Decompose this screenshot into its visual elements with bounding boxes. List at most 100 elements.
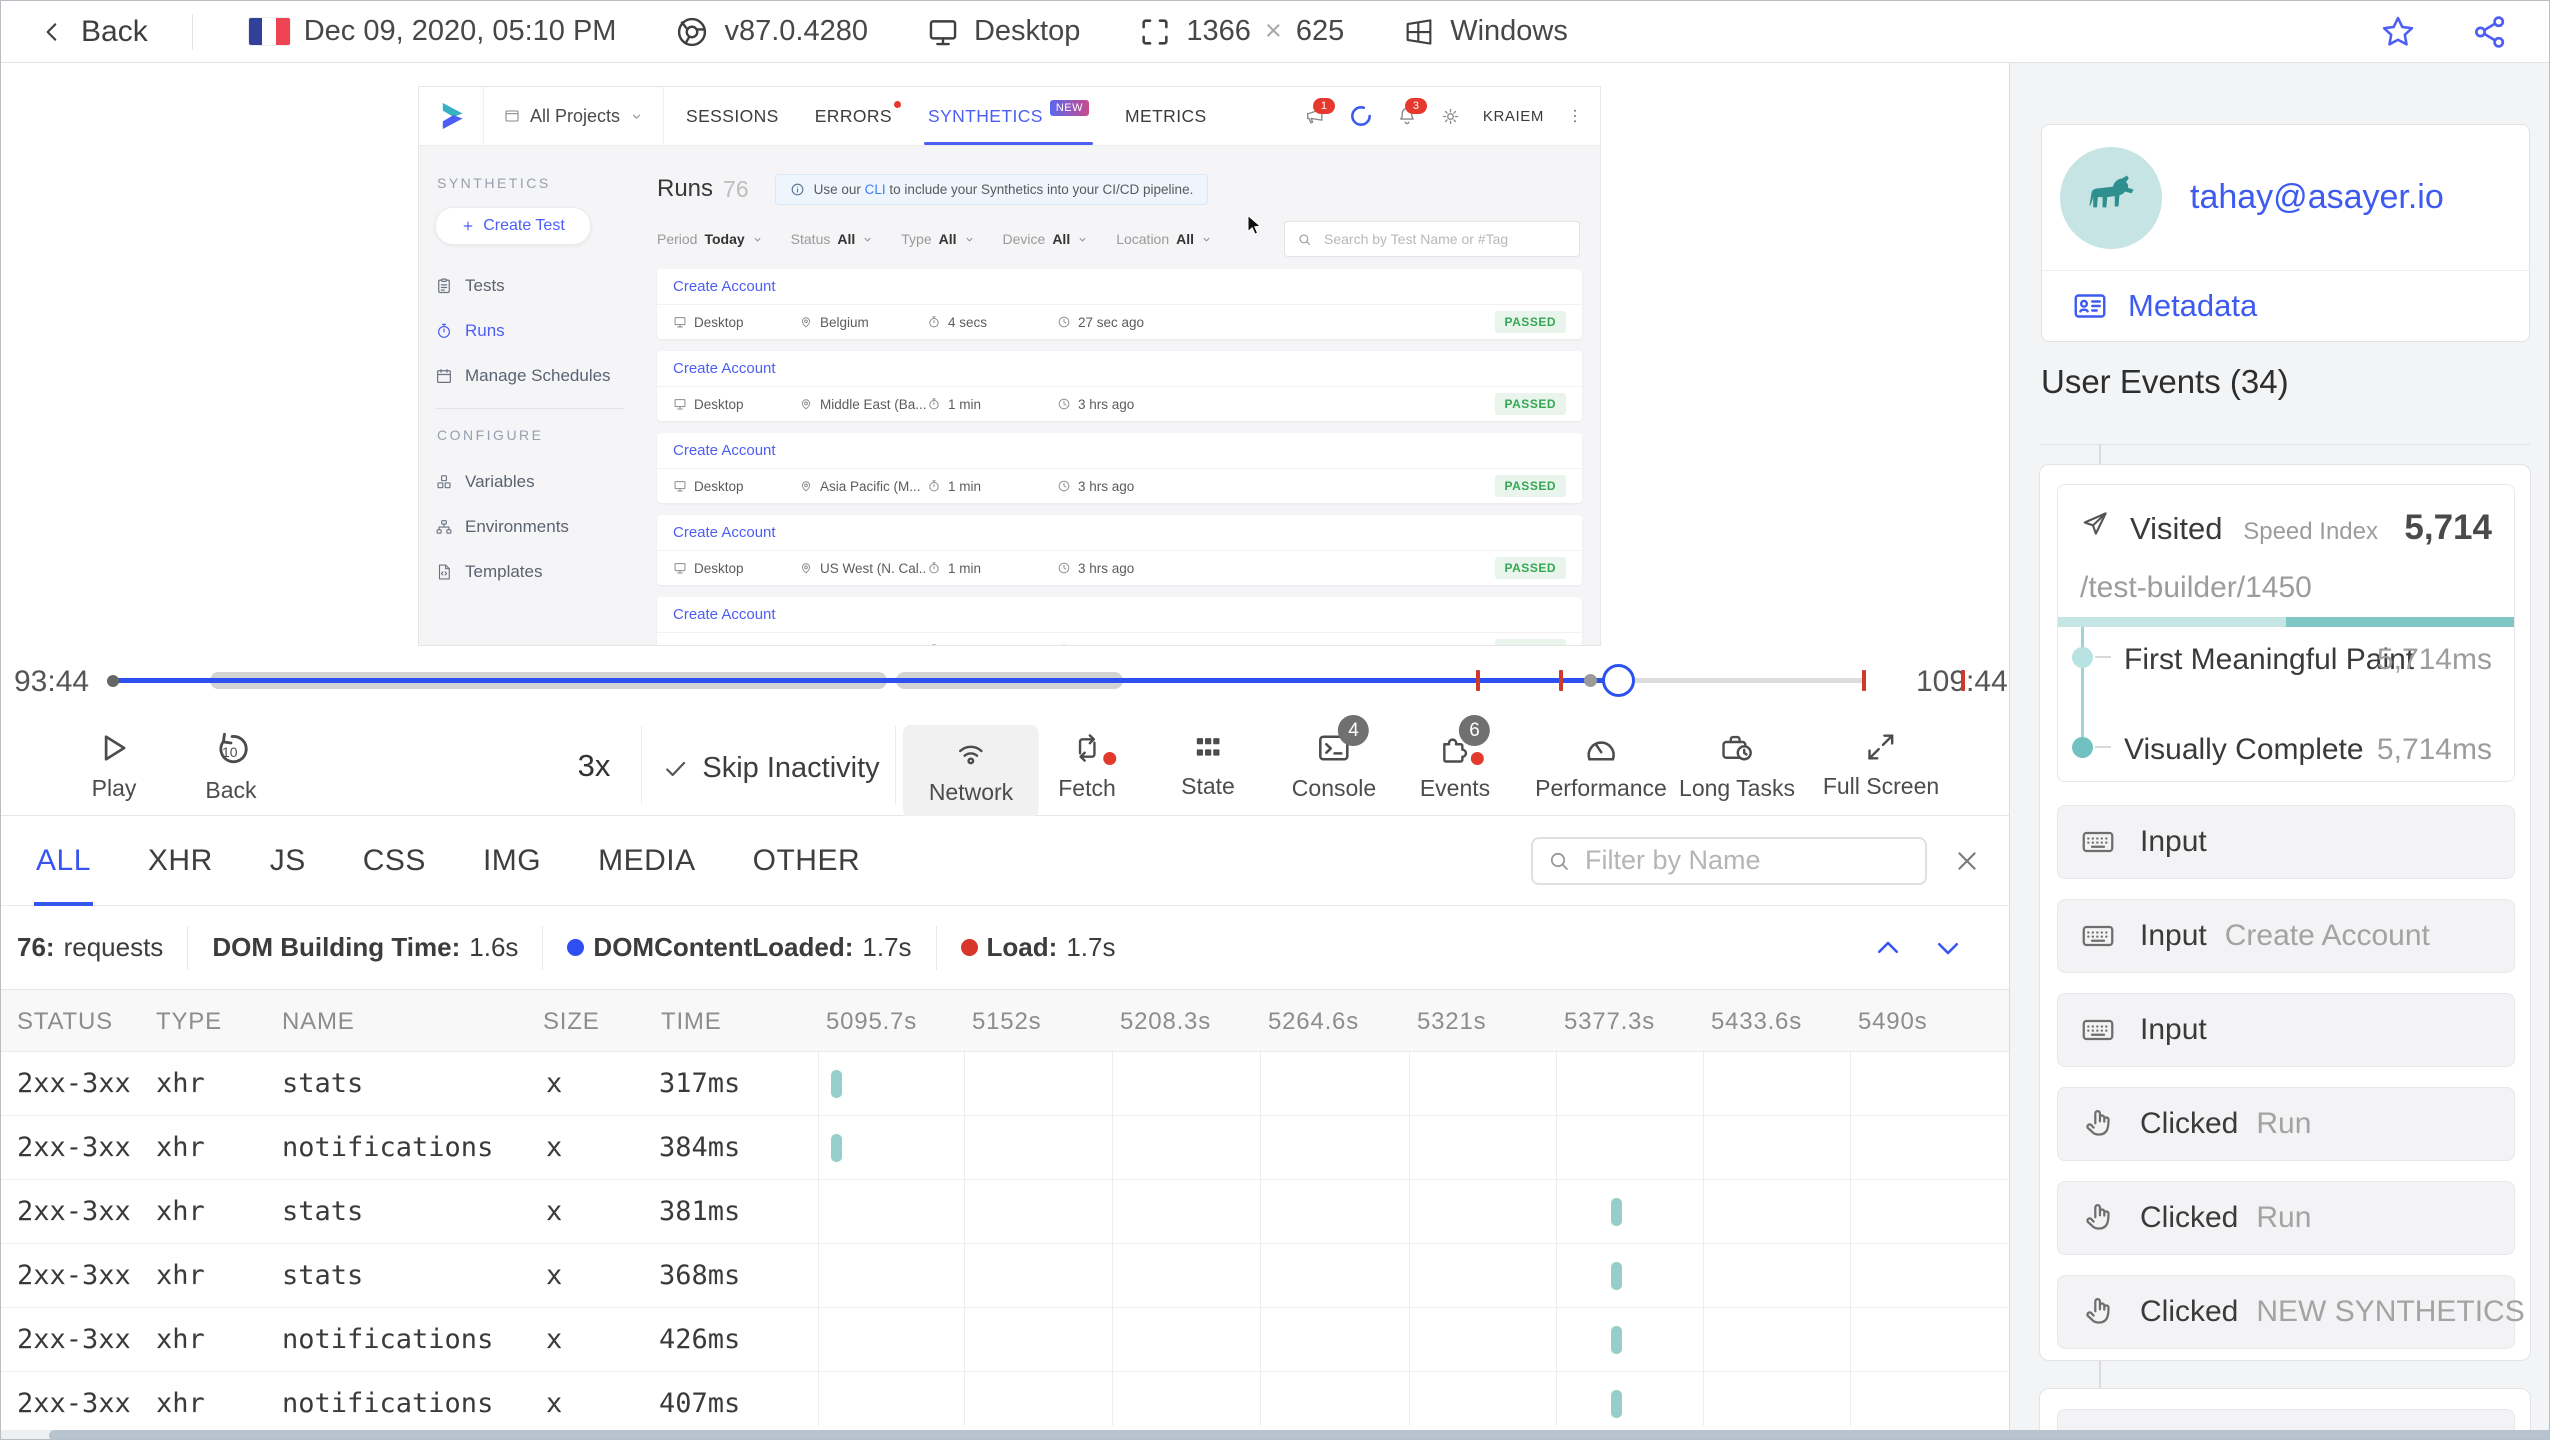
cli-link[interactable]: CLI [865, 182, 886, 197]
tab-js[interactable]: JS [270, 816, 306, 906]
time-tick: 5321s [1417, 1008, 1487, 1035]
gear-icon[interactable] [1440, 106, 1461, 127]
test-search-input[interactable] [1322, 230, 1567, 248]
tab-css[interactable]: CSS [363, 816, 426, 906]
event-card-input[interactable]: Input Create Account [2057, 899, 2515, 973]
sidebar-item-variables[interactable]: Variables [435, 459, 625, 504]
create-test-button[interactable]: Create Test [435, 207, 591, 245]
skip-inactivity-toggle[interactable]: Skip Inactivity [662, 752, 880, 785]
network-request-row[interactable]: 2xx-3xx xhr notifications x 426ms [1, 1308, 2009, 1372]
network-request-row[interactable]: 2xx-3xx xhr stats x 368ms [1, 1244, 2009, 1308]
notifications-button[interactable]: 3 [1396, 98, 1427, 127]
event-marker-dot[interactable] [1584, 674, 1597, 687]
filter-type[interactable]: Type All [901, 231, 974, 247]
back-amount-label: 10 [221, 744, 238, 760]
fetch-panel-button[interactable]: Fetch [1058, 730, 1116, 802]
hand-pointer-icon [2080, 1200, 2116, 1236]
waterfall-bar [1611, 1262, 1622, 1290]
network-request-row[interactable]: 2xx-3xx xhr notifications x 384ms [1, 1116, 2009, 1180]
project-selector[interactable]: All Projects [483, 87, 665, 145]
filter-device[interactable]: Device All [1003, 231, 1089, 247]
event-card-input[interactable]: Input [2057, 993, 2515, 1067]
search-icon [1547, 849, 1571, 873]
run-name-link[interactable]: Create Account [657, 433, 1582, 469]
tab-sessions[interactable]: SESSIONS [686, 87, 779, 145]
tab-synthetics[interactable]: SYNTHETICS NEW [923, 87, 1094, 145]
error-event-marker[interactable] [1961, 670, 1965, 691]
visited-event-card[interactable]: Visited Speed Index 5,714 /test-builder/… [2057, 484, 2515, 782]
tab-errors[interactable]: ERRORS [815, 87, 901, 145]
sidebar-item-environments[interactable]: Environments [435, 504, 625, 549]
favorite-star-icon[interactable] [2379, 13, 2417, 51]
tab-other[interactable]: OTHER [753, 816, 861, 906]
run-name-link[interactable]: Create Account [657, 351, 1582, 387]
run-card: Create Account Desktop Canada (Central) … [657, 597, 1582, 645]
tab-img[interactable]: IMG [483, 816, 541, 906]
full-screen-button[interactable]: Full Screen [1823, 730, 1939, 800]
error-event-marker[interactable] [1476, 670, 1480, 691]
network-panel-button[interactable]: Network [902, 725, 1040, 817]
network-request-row[interactable]: 2xx-3xx xhr notifications x 407ms [1, 1372, 2009, 1436]
horizontal-scrollbar-thumb[interactable] [49, 1430, 2549, 1439]
play-button[interactable]: Play [92, 730, 136, 802]
event-card-input[interactable]: Input [2057, 805, 2515, 879]
run-name-link[interactable]: Create Account [657, 597, 1582, 633]
sidebar-item-templates[interactable]: Templates [435, 549, 625, 594]
back-10s-button[interactable]: 10 Back [205, 730, 257, 804]
close-panel-icon[interactable] [1953, 847, 1981, 875]
long-tasks-panel-button[interactable]: Long Tasks [1679, 730, 1795, 802]
chevron-down-icon [1077, 234, 1088, 245]
waterfall-bar [1611, 1390, 1622, 1418]
playhead-handle[interactable] [1602, 664, 1635, 697]
event-card-clicked[interactable]: Clicked Run [2057, 1181, 2515, 1255]
jump-next-icon[interactable] [1933, 933, 1963, 963]
filter-period[interactable]: Period Today [657, 231, 763, 247]
browser-info: v87.0.4280 [674, 14, 868, 50]
paint-progress-bar [2058, 617, 2514, 627]
network-request-row[interactable]: 2xx-3xx xhr stats x 381ms [1, 1180, 2009, 1244]
status-badge: PASSED [1494, 475, 1566, 497]
dom-content-loaded-summary: DOMContentLoaded: 1.7s [543, 925, 937, 970]
sidebar-item-runs[interactable]: Runs [435, 308, 625, 353]
event-card-clicked[interactable]: Clicked Run [2057, 1087, 2515, 1161]
plus-icon [461, 219, 475, 233]
error-event-marker[interactable] [1862, 670, 1866, 691]
user-menu[interactable]: KRAIEM [1483, 108, 1544, 125]
metadata-button[interactable]: Metadata [2042, 271, 2529, 341]
sidebar-item-manage-schedules[interactable]: Manage Schedules [435, 353, 625, 398]
avatar [2060, 146, 2162, 249]
player-controls: Play 10 Back 3x Skip Inactivity Network … [1, 714, 2009, 817]
event-connector-line [2099, 1361, 2101, 1388]
back-button[interactable]: Back [39, 15, 148, 49]
network-filter-input[interactable] [1583, 844, 1911, 877]
playback-speed-button[interactable]: 3x [578, 748, 611, 784]
user-email-link[interactable]: tahay@asayer.io [2190, 178, 2444, 217]
tab-all[interactable]: ALL [34, 816, 93, 906]
replayed-app: All Projects SESSIONS ERRORS SYNTHETICS … [418, 86, 1601, 646]
network-request-row[interactable]: 2xx-3xx xhr stats x 317ms [1, 1052, 2009, 1116]
search-icon [1297, 232, 1312, 247]
jump-previous-icon[interactable] [1873, 933, 1903, 963]
state-panel-button[interactable]: State [1181, 730, 1235, 800]
share-icon[interactable] [2471, 13, 2509, 51]
error-event-marker[interactable] [1559, 670, 1563, 691]
col-time: TIME [661, 1008, 722, 1035]
filter-location[interactable]: Location All [1116, 231, 1212, 247]
tab-media[interactable]: MEDIA [598, 816, 696, 906]
performance-panel-button[interactable]: Performance [1535, 730, 1667, 802]
id-card-icon [2072, 288, 2108, 324]
event-card-clicked[interactable]: Clicked NEW SYNTHETICS [2057, 1275, 2525, 1349]
tab-xhr[interactable]: XHR [148, 816, 213, 906]
hand-pointer-icon [2080, 1294, 2116, 1330]
sidebar-item-tests[interactable]: Tests [435, 263, 625, 308]
filter-status[interactable]: Status All [791, 231, 874, 247]
announcements-button[interactable]: 1 [1304, 98, 1335, 127]
sidebar-section-synthetics: SYNTHETICS [437, 175, 551, 191]
kebab-menu-icon[interactable] [1566, 107, 1584, 125]
tab-metrics[interactable]: METRICS [1125, 87, 1207, 145]
run-name-link[interactable]: Create Account [657, 515, 1582, 551]
run-name-link[interactable]: Create Account [657, 269, 1582, 305]
visually-complete-value: 5,714ms [2376, 733, 2492, 766]
console-panel-button[interactable]: 4 Console [1292, 715, 1376, 802]
events-panel-button[interactable]: 6 Events [1420, 715, 1490, 802]
